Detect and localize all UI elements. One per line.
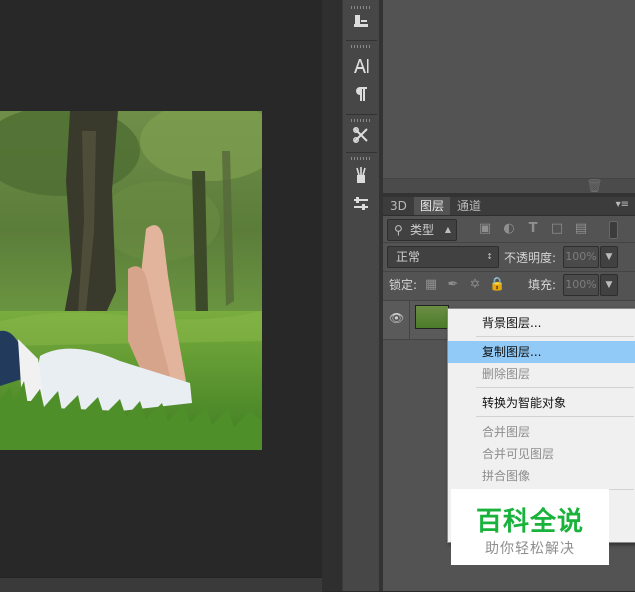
filter-toggle-switch[interactable] xyxy=(609,221,618,239)
shape-filter-icon[interactable]: □ xyxy=(549,221,565,237)
menu-item-label: 合并可见图层 xyxy=(482,447,555,461)
grip-handle[interactable] xyxy=(351,6,371,9)
layers-tab-bar: 3D 图层 通道 ▾≡ xyxy=(383,197,635,216)
fill-field[interactable]: 100% xyxy=(563,274,599,296)
menu-item-merge-layers[interactable]: 合并图层 xyxy=(448,421,635,443)
strip-divider xyxy=(346,152,377,153)
menu-item-label: 合并图层 xyxy=(482,425,531,439)
grip-handle[interactable] xyxy=(351,45,371,48)
tab-layers[interactable]: 图层 xyxy=(414,197,451,215)
menu-item-convert-smart-object[interactable]: 转换为智能对象 xyxy=(448,392,635,414)
search-icon: ⚲ xyxy=(394,223,403,237)
menu-item-background-layer[interactable]: 背景图层... xyxy=(448,312,635,334)
spin-arrows-icon: ▲ xyxy=(444,225,451,234)
column-divider xyxy=(409,301,410,339)
adjustments-icon[interactable] xyxy=(349,193,373,215)
lock-position-icon[interactable]: ✡ xyxy=(467,277,483,293)
tool-presets-icon[interactable] xyxy=(349,124,373,146)
canvas-scrollbar[interactable] xyxy=(0,577,322,592)
menu-item-duplicate-layer[interactable]: 复制图层... xyxy=(448,341,635,363)
row-divider xyxy=(383,242,635,243)
layer-filter-select[interactable]: ⚲ 类型 ▲ xyxy=(387,219,457,241)
spin-arrows-icon: ↕ xyxy=(486,252,493,261)
grip-handle[interactable] xyxy=(351,119,371,122)
canvas-photo[interactable] xyxy=(0,111,262,450)
adjustment-filter-icon[interactable]: ◐ xyxy=(501,221,517,237)
clone-source-icon[interactable] xyxy=(349,11,373,33)
menu-separator xyxy=(476,336,634,337)
lock-all-icon[interactable]: 🔒 xyxy=(489,277,505,293)
fill-dropdown-button[interactable]: ▼ xyxy=(600,274,618,296)
photo-image xyxy=(0,111,262,450)
opacity-dropdown-button[interactable]: ▼ xyxy=(600,246,618,268)
collapsed-panel-strip xyxy=(342,0,381,591)
lock-transparent-icon[interactable]: ▦ xyxy=(423,277,439,293)
grip-handle[interactable] xyxy=(351,157,371,160)
menu-separator xyxy=(476,387,634,388)
watermark-subtitle: 助你轻松解决 xyxy=(485,541,575,557)
panel-dock-gutter xyxy=(322,0,342,591)
menu-item-label: 转换为智能对象 xyxy=(482,396,567,410)
eye-visibility-icon[interactable]: 👁 xyxy=(389,311,404,325)
upper-panel xyxy=(383,0,635,193)
opacity-field[interactable]: 100% xyxy=(563,246,599,268)
lock-label: 锁定: xyxy=(389,278,418,292)
upper-panel-footer: 🗑 xyxy=(383,178,635,194)
character-panel-icon[interactable] xyxy=(349,55,373,77)
layer-filter-kind: 类型 xyxy=(410,223,435,237)
lock-image-pixels-icon[interactable]: ✒ xyxy=(445,277,461,293)
menu-separator xyxy=(476,416,634,417)
row-divider xyxy=(383,271,635,272)
opacity-label: 不透明度: xyxy=(504,251,557,265)
strip-divider xyxy=(346,40,377,41)
menu-item-label: 删除图层 xyxy=(482,367,531,381)
layer-thumbnail[interactable] xyxy=(415,305,449,329)
blend-mode-value: 正常 xyxy=(396,250,421,264)
menu-item-flatten-image[interactable]: 拼合图像 xyxy=(448,465,635,487)
tab-3d[interactable]: 3D xyxy=(384,197,413,215)
blend-mode-select[interactable]: 正常 ↕ xyxy=(387,246,499,268)
menu-item-delete-layer[interactable]: 删除图层 xyxy=(448,363,635,385)
smart-object-filter-icon[interactable]: ▤ xyxy=(573,221,589,237)
site-watermark: 百科全说 助你轻松解决 xyxy=(451,489,609,565)
menu-item-label: 拼合图像 xyxy=(482,469,531,483)
watermark-title: 百科全说 xyxy=(475,507,584,537)
type-filter-icon[interactable]: T xyxy=(525,221,541,237)
brush-presets-icon[interactable] xyxy=(349,164,373,186)
menu-item-merge-visible[interactable]: 合并可见图层 xyxy=(448,443,635,465)
tab-channels[interactable]: 通道 xyxy=(451,197,487,215)
menu-item-label: 背景图层... xyxy=(482,316,542,330)
fill-label: 填充: xyxy=(528,278,557,292)
panel-menu-icon[interactable]: ▾≡ xyxy=(616,199,629,210)
menu-item-label: 复制图层... xyxy=(482,345,542,359)
paragraph-icon[interactable] xyxy=(349,83,373,105)
strip-divider xyxy=(346,114,377,115)
pixel-filter-icon[interactable]: ▣ xyxy=(477,221,493,237)
